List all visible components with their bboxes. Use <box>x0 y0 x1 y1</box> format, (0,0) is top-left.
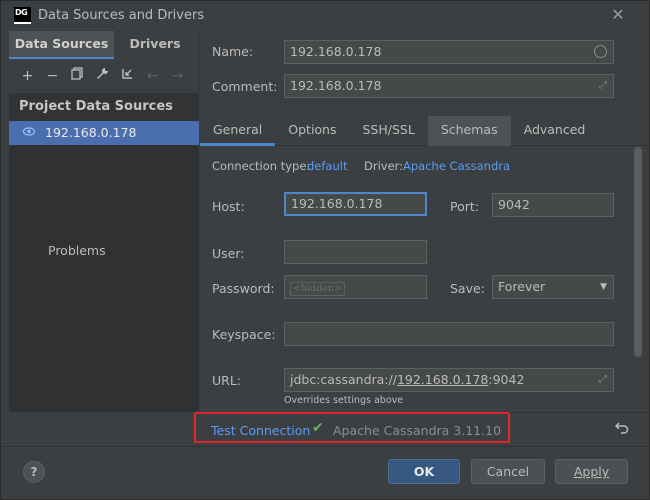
url-input[interactable]: jdbc:cassandra://192.168.0.178:9042 ⤢ <box>284 368 614 392</box>
remove-icon[interactable]: − <box>40 65 65 87</box>
tab-schemas[interactable]: Schemas <box>427 116 511 146</box>
duplicate-icon[interactable] <box>65 65 90 87</box>
forward-arrow-icon[interactable]: → <box>165 65 190 87</box>
tab-options[interactable]: Options <box>275 116 349 146</box>
tab-general[interactable]: General <box>200 116 276 146</box>
highlight-box <box>194 412 510 443</box>
tab-drivers[interactable]: Drivers <box>114 31 196 59</box>
url-suffix: :9042 <box>488 372 525 387</box>
problems-item[interactable]: Problems <box>48 243 106 258</box>
title-bar: DG Data Sources and Drivers ✕ <box>1 1 649 31</box>
close-icon[interactable]: ✕ <box>609 6 627 24</box>
password-placeholder: <hidden> <box>290 282 345 296</box>
port-label: Port: <box>450 199 479 214</box>
data-source-tree: Project Data Sources 192.168.0.178 Probl… <box>9 93 199 412</box>
settings-tabs: General Options SSH/SSL Schemas Advanced <box>200 116 649 146</box>
tree-header: Project Data Sources <box>9 93 199 121</box>
cancel-button[interactable]: Cancel <box>471 459 545 484</box>
url-prefix: jdbc:cassandra:// <box>290 372 397 387</box>
connection-type-link[interactable]: default <box>307 159 347 173</box>
dialog-footer: ? OK Cancel Apply <box>1 446 649 496</box>
cassandra-eye-icon <box>22 121 45 145</box>
save-value: Forever <box>498 279 546 294</box>
host-value: 192.168.0.178 <box>291 196 383 211</box>
tree-item-datasource[interactable]: 192.168.0.178 <box>9 121 199 145</box>
apply-button[interactable]: Apply <box>555 459 628 484</box>
url-host: 192.168.0.178 <box>396 372 489 387</box>
save-select[interactable]: Forever ▼ <box>492 275 614 299</box>
host-input[interactable]: 192.168.0.178 <box>284 192 427 216</box>
name-label: Name: <box>212 44 254 59</box>
expand-icon[interactable]: ⤢ <box>599 369 607 391</box>
url-note: Overrides settings above <box>284 395 404 406</box>
chevron-down-icon: ▼ <box>600 282 607 292</box>
keyspace-label: Keyspace: <box>212 327 276 342</box>
password-input[interactable]: <hidden> <box>284 275 427 299</box>
driver-link[interactable]: Apache Cassandra <box>403 159 510 173</box>
left-toolbar: + − ← → <box>9 62 199 90</box>
comment-value: 192.168.0.178 <box>290 78 382 93</box>
url-label: URL: <box>212 373 242 388</box>
help-button[interactable]: ? <box>23 461 45 483</box>
connection-type-label: Connection type: <box>212 159 311 173</box>
tab-ssh-ssl[interactable]: SSH/SSL <box>350 116 428 146</box>
window-title: Data Sources and Drivers <box>38 8 205 23</box>
import-icon[interactable] <box>115 65 140 87</box>
host-label: Host: <box>212 199 245 214</box>
keyspace-input[interactable] <box>284 322 614 346</box>
revert-icon[interactable] <box>614 420 629 438</box>
port-input[interactable]: 9042 <box>492 193 614 217</box>
apply-label: Apply <box>573 464 610 479</box>
user-input[interactable] <box>284 240 427 264</box>
wrench-icon[interactable] <box>90 65 115 87</box>
data-sources-dialog: DG Data Sources and Drivers ✕ Data Sourc… <box>0 0 650 500</box>
name-value: 192.168.0.178 <box>290 44 382 59</box>
save-label: Save: <box>450 281 485 296</box>
add-icon[interactable]: + <box>15 65 40 87</box>
datagrip-logo-icon: DG <box>14 7 31 24</box>
port-value: 9042 <box>498 197 530 212</box>
user-label: User: <box>212 246 245 261</box>
comment-label: Comment: <box>212 79 278 94</box>
left-panel: Data Sources Drivers + − ← → Project Dat… <box>9 31 199 412</box>
vertical-scrollbar[interactable] <box>634 147 642 357</box>
ok-button[interactable]: OK <box>388 459 460 484</box>
tree-item-label: 192.168.0.178 <box>45 125 137 140</box>
circle-indicator-icon <box>594 45 607 58</box>
driver-label: Driver: <box>364 159 404 173</box>
back-arrow-icon[interactable]: ← <box>140 65 165 87</box>
expand-icon[interactable]: ⤢ <box>599 75 607 97</box>
tab-data-sources[interactable]: Data Sources <box>9 31 114 59</box>
general-tab-content: Connection type: default Driver: Apache … <box>200 147 640 409</box>
name-input[interactable]: 192.168.0.178 <box>284 40 614 64</box>
tab-advanced[interactable]: Advanced <box>511 116 599 146</box>
right-panel: Name: 192.168.0.178 Comment: 192.168.0.1… <box>200 31 649 412</box>
password-label: Password: <box>212 281 275 296</box>
comment-input[interactable]: 192.168.0.178 ⤢ <box>284 74 614 98</box>
left-tabs: Data Sources Drivers <box>9 31 199 59</box>
